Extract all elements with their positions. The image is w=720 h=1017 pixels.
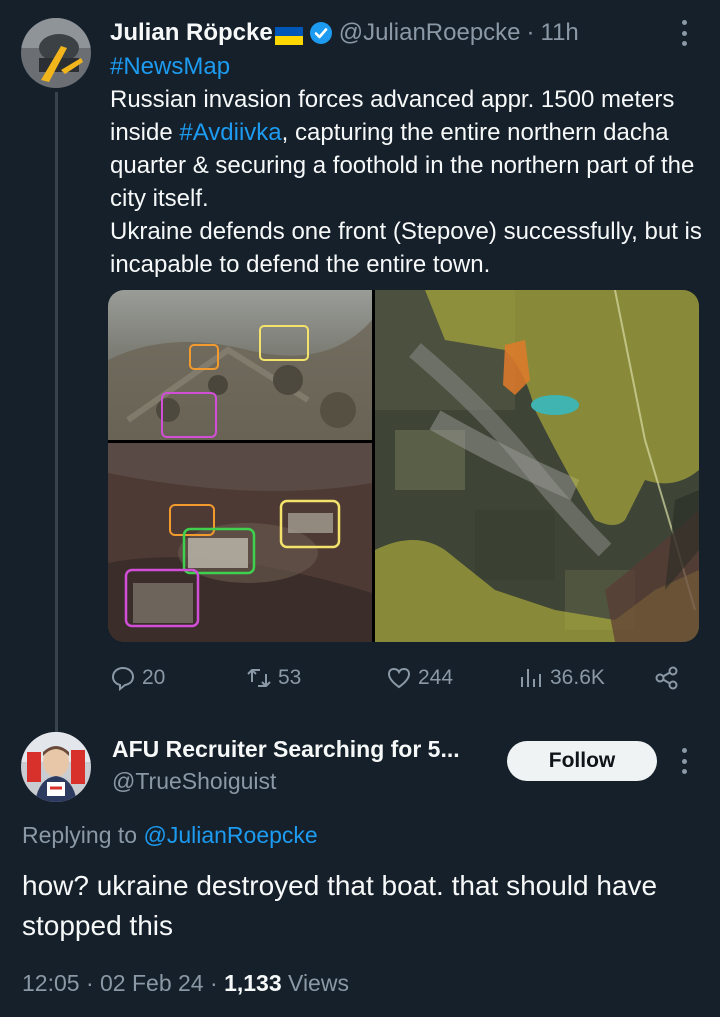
avatar-trueshoiguist[interactable] (21, 732, 91, 802)
share-button[interactable] (654, 662, 680, 694)
satellite-map[interactable] (375, 290, 699, 642)
thread-connector-line (55, 92, 58, 732)
reply-time[interactable]: 12:05 (22, 970, 80, 996)
hashtag-newsmap-link[interactable]: #NewsMap (110, 53, 230, 80)
reply-views-label: Views (281, 970, 349, 996)
reply-author-name[interactable]: AFU Recruiter Searching for 5... (112, 736, 460, 763)
views-chart-icon (521, 669, 541, 687)
reply-views-count: 1,133 (224, 970, 282, 996)
tweet-text: #NewsMap Russian invasion forces advance… (110, 50, 710, 281)
avatar-julian-image (21, 18, 91, 88)
drone-photo-top[interactable] (108, 290, 372, 440)
reply-text: how? ukraine destroyed that boat. that s… (22, 870, 658, 941)
views-button[interactable]: 36.6K (518, 662, 605, 694)
reply-date[interactable]: 02 Feb 24 (100, 970, 204, 996)
tweet-text-para2: Ukraine defends one front (Stepove) succ… (110, 218, 702, 278)
replying-to-line: Replying to @JulianRoepcke (22, 822, 318, 849)
reply-author-handle[interactable]: @TrueShoiguist (112, 768, 276, 795)
replying-to-prefix: Replying to (22, 822, 144, 848)
share-icon (655, 666, 678, 690)
tweet-action-bar: 20 53 244 36.6K (108, 662, 688, 694)
retweet-count: 53 (278, 666, 302, 689)
avatar-trueshoiguist-image (21, 732, 91, 802)
media-grid[interactable] (108, 290, 699, 642)
avatar-julian[interactable] (21, 18, 91, 88)
tweet-header: Julian Röpcke @JulianRoepcke · 11h (110, 17, 579, 49)
retweet-button[interactable]: 53 (246, 662, 301, 694)
drone-photo-bottom[interactable] (108, 443, 372, 642)
retweet-icon (247, 669, 271, 687)
hashtag-avdiivka-link[interactable]: #Avdiivka (179, 119, 281, 146)
heart-icon (387, 667, 411, 689)
tweet-timestamp[interactable]: 11h (541, 19, 579, 47)
ukraine-flag-icon (274, 24, 303, 45)
more-options-icon[interactable] (680, 20, 688, 46)
author-handle[interactable]: @JulianRoepcke (339, 19, 521, 47)
views-count: 36.6K (550, 666, 605, 689)
reply-count: 20 (142, 666, 166, 689)
tweet-thread-page: Julian Röpcke @JulianRoepcke · 11h #News… (0, 0, 720, 1017)
author-name[interactable]: Julian Röpcke (110, 19, 273, 47)
reply-button[interactable]: 20 (110, 662, 165, 694)
like-button[interactable]: 244 (386, 662, 453, 694)
follow-button[interactable]: Follow (507, 741, 657, 781)
verified-badge-icon (309, 21, 333, 45)
meta-separator-2: · (210, 970, 218, 996)
reply-more-options-icon[interactable] (680, 748, 688, 774)
reply-icon (111, 666, 135, 691)
like-count: 244 (418, 666, 454, 689)
header-separator: · (526, 19, 535, 46)
reply-metadata: 12:05 · 02 Feb 24 · 1,133 Views (22, 970, 349, 997)
replying-to-handle-link[interactable]: @JulianRoepcke (143, 822, 317, 848)
meta-separator-1: · (85, 970, 94, 996)
